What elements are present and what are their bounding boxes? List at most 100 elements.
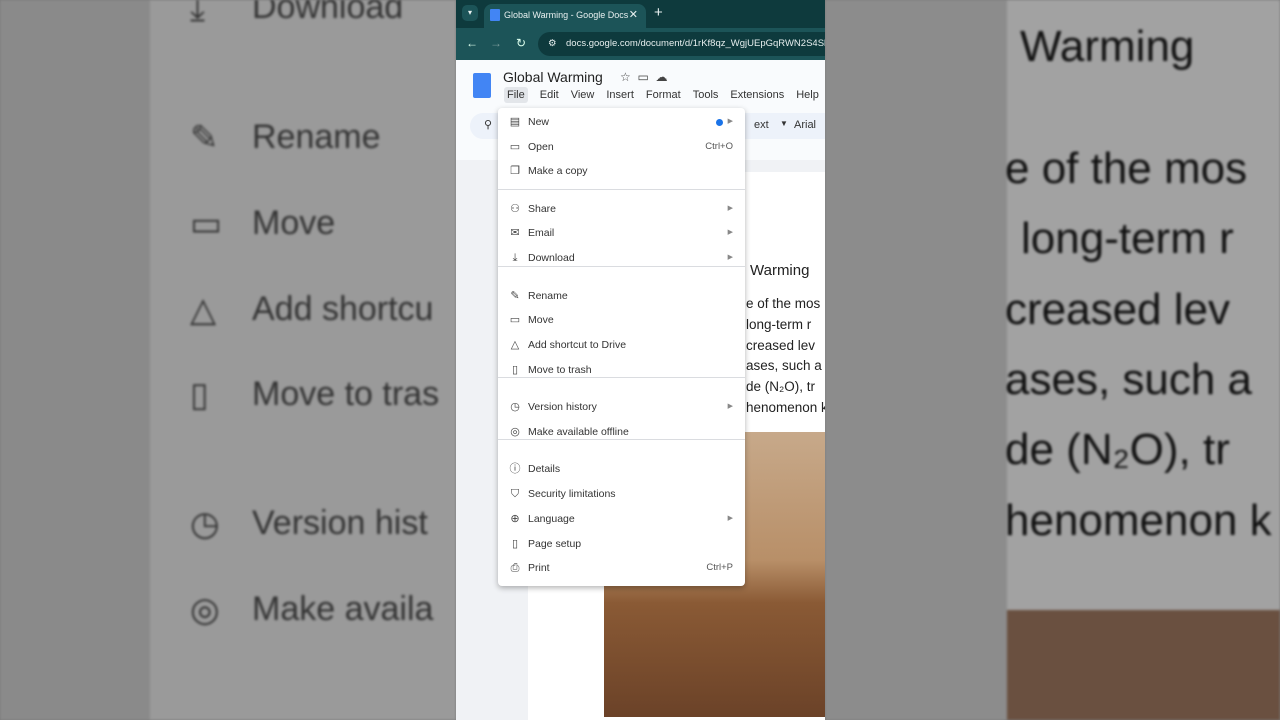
pencil-icon: ✎ — [190, 119, 219, 157]
blurred-left-menu-zoom: ⤓ Download ✎ Rename ▭ Move △ Add shortcu… — [0, 0, 456, 720]
new-tab-button[interactable]: + — [654, 4, 663, 21]
menu-item-security-limitations[interactable]: ⛉ Security limitations — [498, 483, 745, 505]
docs-logo-icon[interactable] — [473, 73, 491, 98]
submenu-arrow-icon: ▶ — [727, 229, 733, 236]
doc-line: henomenon k — [746, 400, 825, 415]
menu-item-label: Move — [528, 314, 554, 326]
image-fragment — [1007, 610, 1280, 720]
back-icon[interactable]: ← — [466, 36, 478, 50]
menu-divider — [498, 266, 745, 267]
shortcut-label: Ctrl+P — [706, 562, 733, 573]
submenu-arrow-icon: ▶ — [727, 403, 733, 410]
menu-item-move[interactable]: ▭ Move — [498, 309, 745, 331]
menu-item-label: Rename — [528, 290, 568, 302]
style-dropdown[interactable]: ext — [754, 119, 769, 131]
menu-item-label: Make a copy — [528, 165, 588, 177]
zoom-text: Rename — [252, 118, 381, 156]
menu-item-rename[interactable]: ✎ Rename — [498, 285, 745, 307]
zoom-text: de (N₂O), tr — [1005, 425, 1230, 474]
cloud-saved-icon[interactable]: ☁ — [655, 70, 667, 84]
tab-title: Global Warming - Google Docs — [504, 10, 629, 20]
menu-tools[interactable]: Tools — [693, 89, 719, 101]
menu-item-label: New — [528, 116, 550, 128]
chevron-down-icon[interactable]: ▼ — [780, 119, 788, 128]
menu-item-share[interactable]: ⚇ Share ▶ — [498, 198, 745, 220]
menu-item-label: Security limitations — [528, 488, 616, 500]
font-dropdown[interactable]: Arial — [794, 119, 816, 131]
menu-item-new[interactable]: ▤ New ▶ — [498, 111, 745, 133]
submenu-arrow-icon: ▶ — [727, 515, 733, 522]
page-icon: ▯ — [511, 538, 519, 550]
menu-item-page-setup[interactable]: ▯ Page setup — [498, 533, 745, 555]
menu-item-version-history[interactable]: ◷ Version history ▶ — [498, 396, 745, 418]
doc-line: long-term r — [746, 317, 812, 332]
menu-insert[interactable]: Insert — [606, 89, 634, 101]
menu-file[interactable]: File — [504, 87, 528, 103]
zoom-text: Add shortcu — [252, 290, 434, 328]
menu-divider — [498, 189, 745, 190]
zoom-text: e of the mos — [1005, 144, 1248, 193]
menu-item-add-shortcut-to-drive[interactable]: △ Add shortcut to Drive — [498, 334, 745, 356]
star-icon[interactable]: ☆ — [620, 70, 631, 84]
menu-item-label: Page setup — [528, 538, 582, 550]
menu-item-open[interactable]: ▭ Open Ctrl+O — [498, 136, 745, 158]
info-icon: ⓘ — [509, 463, 521, 475]
history-icon: ◷ — [190, 505, 220, 543]
move-folder-icon: ▭ — [509, 314, 521, 326]
close-tab-icon[interactable]: ✕ — [629, 4, 638, 26]
zoom-text: creased lev — [1005, 285, 1231, 334]
menu-item-email[interactable]: ✉ Email ▶ — [498, 222, 745, 244]
menu-item-label: Add shortcut to Drive — [528, 339, 627, 351]
menu-item-label: Language — [528, 513, 575, 525]
doc-line: de (N₂O), tr — [746, 379, 815, 394]
docs-favicon-icon — [490, 9, 500, 21]
search-menus-icon[interactable]: ⚲ — [484, 118, 492, 131]
address-bar-row: ← → ↻ ⚙ docs.google.com/document/d/1rKf8q… — [456, 28, 825, 60]
zoom-text: ases, such a — [1005, 355, 1253, 404]
submenu-arrow-icon: ▶ — [727, 205, 733, 212]
menu-item-label: Details — [528, 463, 561, 475]
browser-window: ▾ Global Warming - Google Docs ✕ + ← → ↻… — [456, 0, 825, 720]
folder-icon: ▭ — [190, 205, 223, 243]
folder-icon: ▭ — [509, 141, 521, 153]
drive-icon: △ — [190, 291, 217, 329]
menu-item-label: Share — [528, 203, 557, 215]
globe-icon: ⊕ — [510, 513, 520, 525]
submenu-arrow-icon: ▶ — [727, 118, 733, 125]
reload-icon[interactable]: ↻ — [516, 36, 526, 50]
shield-icon: ⛉ — [510, 488, 520, 500]
check-icon: ◎ — [190, 591, 220, 629]
doc-line: creased lev — [746, 338, 816, 353]
document-title[interactable]: Global Warming — [503, 69, 603, 85]
printer-icon: ⎙ — [510, 562, 520, 574]
history-icon: ◷ — [510, 401, 520, 413]
site-settings-icon[interactable]: ⚙ — [548, 32, 557, 56]
tab-search-button[interactable]: ▾ — [462, 5, 478, 21]
menu-divider — [498, 439, 745, 440]
menu-edit[interactable]: Edit — [540, 89, 559, 101]
doc-icon: ▤ — [509, 116, 521, 128]
forward-icon[interactable]: → — [490, 36, 502, 50]
zoom-text: Download — [252, 0, 404, 26]
menu-item-make-a-copy[interactable]: ❐ Make a copy — [498, 160, 745, 182]
new-indicator-dot — [716, 119, 723, 126]
doc-heading: Warming — [750, 262, 810, 279]
mail-icon: ✉ — [510, 227, 520, 239]
file-menu: ▤ New ▶ ▭ Open Ctrl+O ❐ Make a copy ⚇ Share ▶ ✉ Emai… — [498, 108, 745, 586]
menu-format[interactable]: Format — [646, 89, 681, 101]
menu-item-language[interactable]: ⊕ Language ▶ — [498, 508, 745, 530]
url-field[interactable]: ⚙ docs.google.com/document/d/1rKf8qz_WgjU… — [538, 32, 825, 56]
move-folder-icon[interactable]: ▭ — [637, 70, 648, 84]
menu-extensions[interactable]: Extensions — [730, 89, 784, 101]
menu-item-details[interactable]: ⓘ Details — [498, 458, 745, 480]
browser-tab[interactable]: Global Warming - Google Docs ✕ — [484, 4, 646, 28]
menu-help[interactable]: Help — [796, 89, 819, 101]
zoom-text: Move — [252, 204, 336, 242]
trash-icon: ▯ — [190, 376, 209, 414]
zoom-text: Version hist — [252, 504, 428, 542]
menu-divider — [498, 377, 745, 378]
menu-item-label: Email — [528, 227, 555, 239]
menu-bar: File Edit View Insert Format Tools Extensions H… — [504, 87, 825, 103]
menu-view[interactable]: View — [571, 89, 595, 101]
menu-item-print[interactable]: ⎙ Print Ctrl+P — [498, 557, 745, 579]
